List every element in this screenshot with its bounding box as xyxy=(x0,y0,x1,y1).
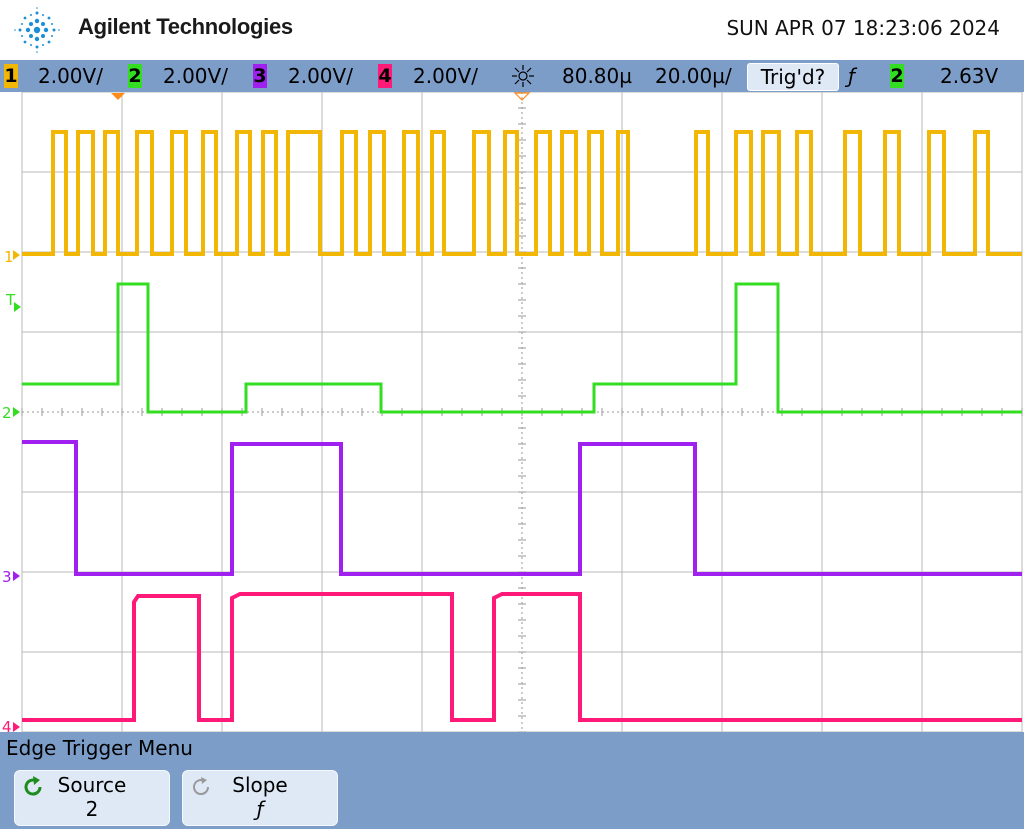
ch3-marker-arrow xyxy=(13,571,20,581)
source-softkey-label: Source xyxy=(57,773,127,797)
channel-4-scale[interactable]: 2.00V/ xyxy=(413,60,478,92)
date-time: SUN APR 07 18:23:06 2024 xyxy=(726,16,1000,40)
ch2-ground-marker[interactable]: 2 xyxy=(2,404,12,422)
delay-readout[interactable]: 80.80µ xyxy=(562,60,632,92)
channel-2-badge[interactable]: 2 xyxy=(128,64,142,88)
trigger-status-button[interactable]: Trig'd? xyxy=(747,63,839,91)
trigger-marker-arrow xyxy=(14,302,21,312)
timebase-readout[interactable]: 20.00µ/ xyxy=(655,60,732,92)
ch4-ground-marker[interactable]: 4 xyxy=(2,718,12,732)
source-softkey-value: 2 xyxy=(85,797,99,821)
rising-edge-icon: ƒ xyxy=(848,64,856,88)
trigger-level[interactable]: 2.63V xyxy=(940,60,998,92)
slope-softkey[interactable]: Slope ƒ xyxy=(182,770,338,826)
ch1-ground-marker[interactable]: 1 xyxy=(4,248,14,266)
ch3-ground-marker[interactable]: 3 xyxy=(2,568,12,586)
brand-name: Agilent Technologies xyxy=(78,14,293,39)
menu-title: Edge Trigger Menu xyxy=(6,736,193,760)
slope-softkey-label: Slope xyxy=(232,773,288,797)
trigger-source-badge[interactable]: 2 xyxy=(890,64,904,88)
waveform-svg: 1 T 2 3 4 xyxy=(2,92,1023,732)
agilent-spark-icon xyxy=(14,7,60,53)
slope-softkey-value: ƒ xyxy=(256,797,264,821)
ch1-marker-arrow xyxy=(13,250,20,260)
softkey-menu: Edge Trigger Menu Source 2 Slope ƒ xyxy=(0,732,1024,829)
channel-1-badge[interactable]: 1 xyxy=(4,64,18,88)
ch2-marker-arrow xyxy=(13,407,20,417)
channel-1-scale[interactable]: 2.00V/ xyxy=(38,60,103,92)
channel-3-scale[interactable]: 2.00V/ xyxy=(288,60,353,92)
sun-icon xyxy=(512,65,534,87)
trigger-position-marker[interactable] xyxy=(111,93,125,100)
status-bar: 1 2.00V/ 2 2.00V/ 3 2.00V/ 4 2.00V/ 80.8… xyxy=(0,60,1024,92)
ch4-marker-arrow xyxy=(13,722,20,732)
channel-3-badge[interactable]: 3 xyxy=(253,64,267,88)
channel-4-badge[interactable]: 4 xyxy=(378,64,392,88)
header-bar: Agilent Technologies SUN APR 07 18:23:06… xyxy=(0,0,1024,60)
channel-2-scale[interactable]: 2.00V/ xyxy=(163,60,228,92)
source-softkey[interactable]: Source 2 xyxy=(14,770,170,826)
